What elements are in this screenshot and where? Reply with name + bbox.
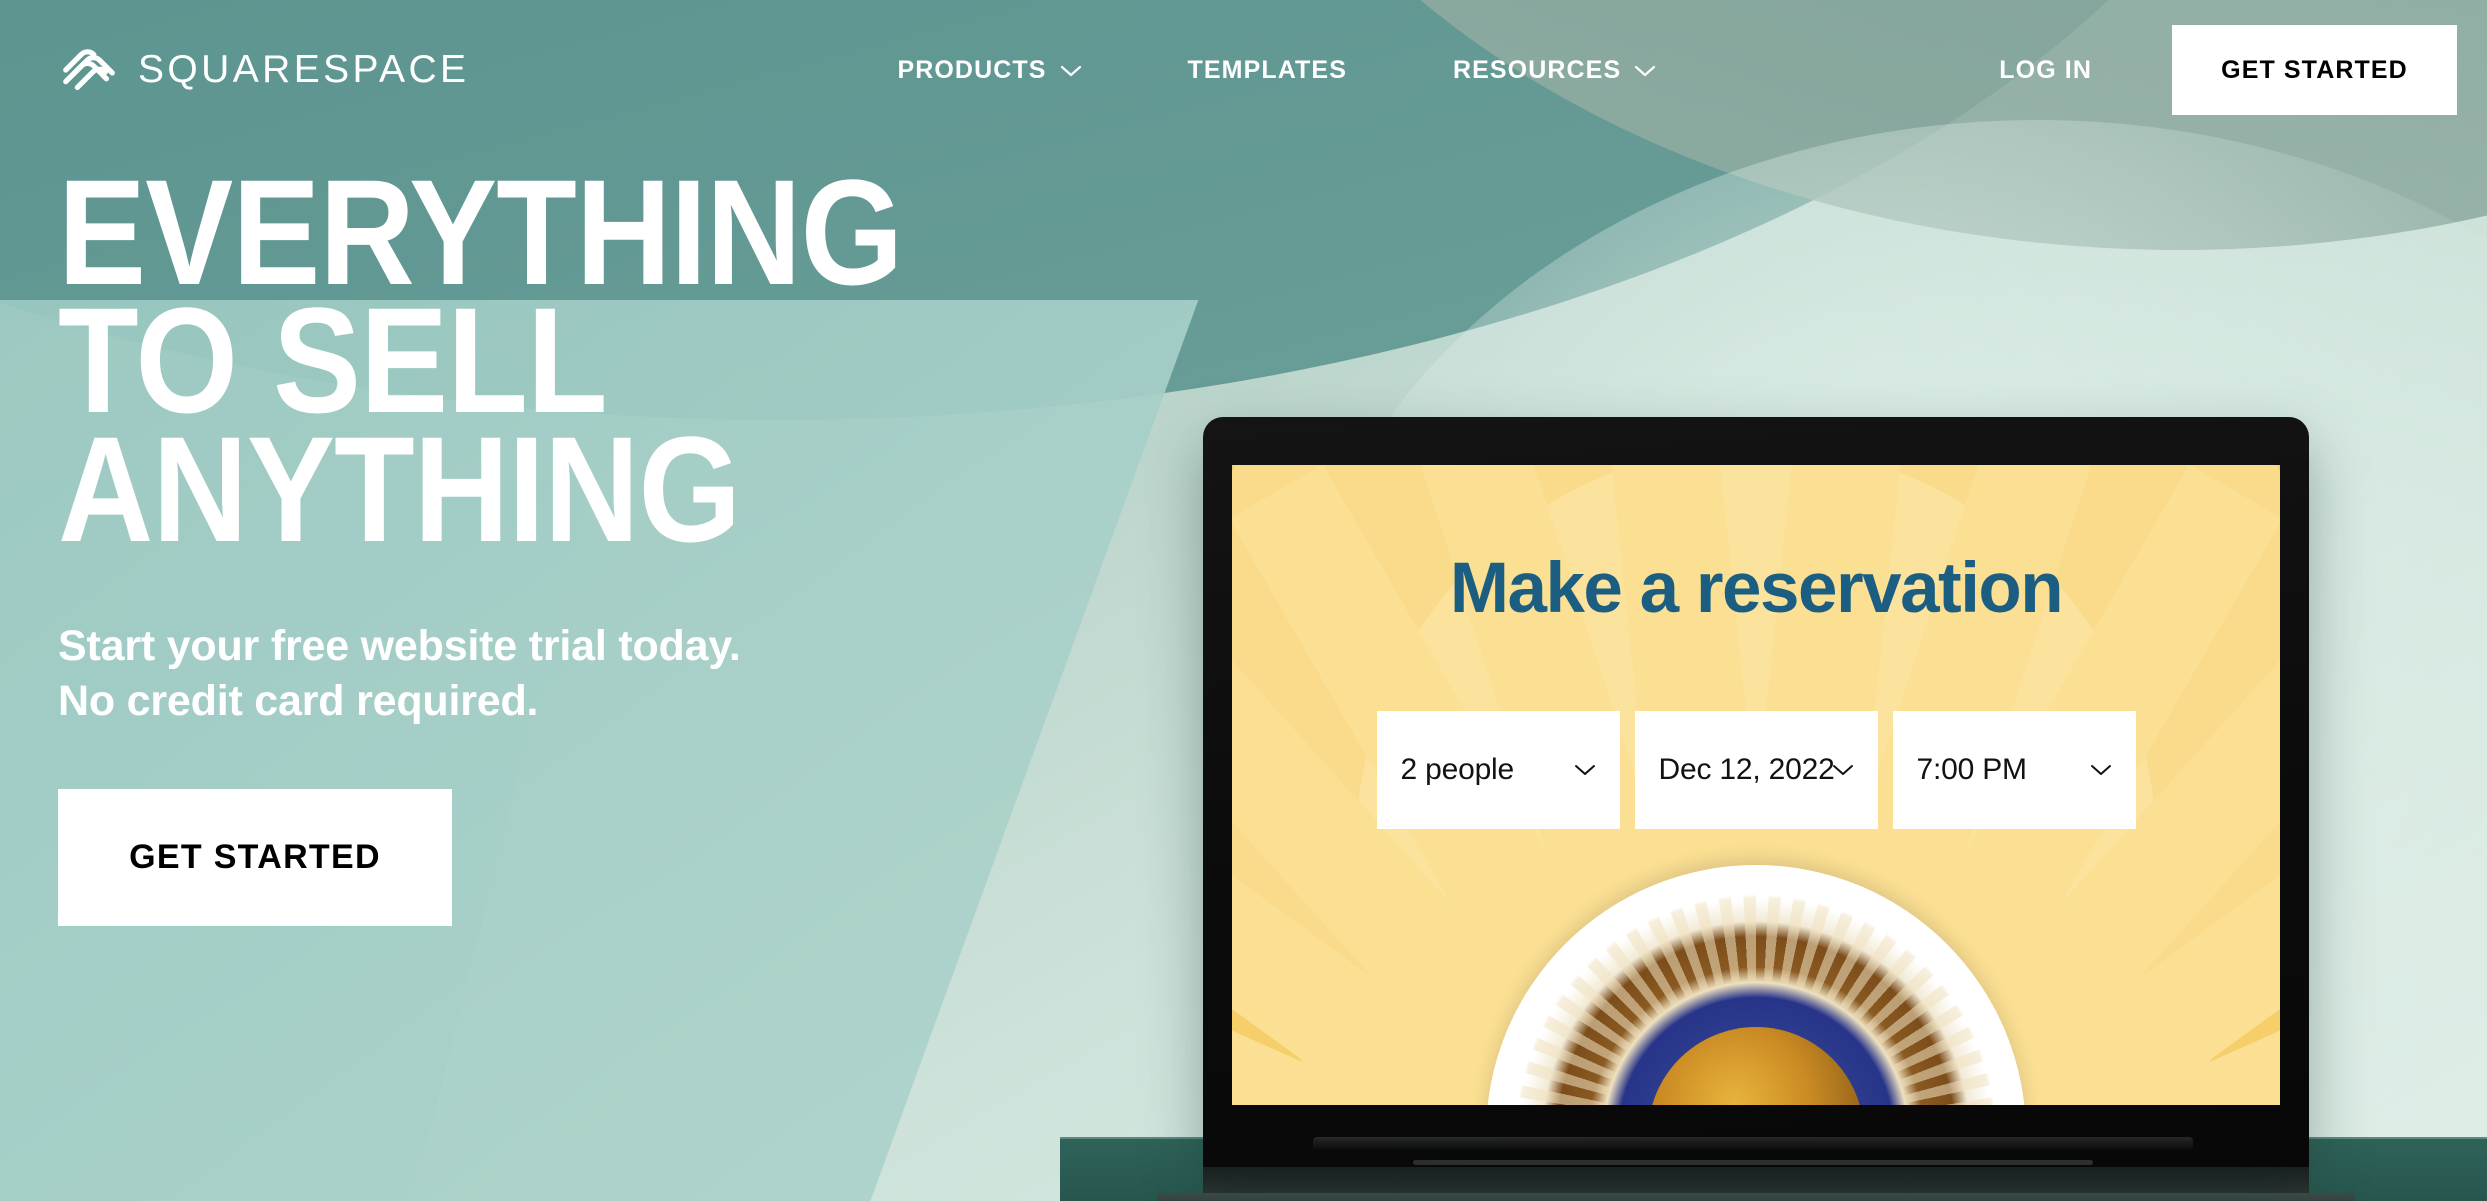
hero-headline: EVERYTHING TO SELL ANYTHING (58, 148, 903, 573)
party-size-value: 2 people (1400, 753, 1515, 787)
squarespace-logo-icon (63, 49, 115, 91)
main-navigation: PRODUCTS TEMPLATES RESOURCES (844, 56, 1709, 85)
site-header: SQUARESPACE PRODUCTS TEMPLATES RESOURCES… (0, 0, 2487, 140)
nav-item-products-label: PRODUCTS (897, 55, 1047, 84)
get-started-button-header[interactable]: GET STARTED (2172, 25, 2457, 115)
brand-name: SQUARESPACE (138, 48, 470, 91)
reservation-form: 2 people Dec 12, 2022 7:00 PM (1376, 711, 2136, 830)
date-value: Dec 12, 2022 (1658, 753, 1835, 787)
chevron-down-icon (1635, 65, 1656, 76)
chevron-down-icon (1060, 65, 1081, 76)
laptop-screen: Make a reservation 2 people Dec 12, 2022 (1232, 465, 2280, 1105)
laptop-base (1157, 1193, 2355, 1201)
nav-item-resources[interactable]: RESOURCES (1400, 56, 1709, 85)
chevron-down-icon (1574, 765, 1595, 776)
date-select[interactable]: Dec 12, 2022 (1634, 711, 1878, 830)
nav-item-products[interactable]: PRODUCTS (844, 56, 1134, 85)
reservation-title: Make a reservation (1449, 549, 2064, 628)
lid-reflection (1313, 1137, 2193, 1151)
page-root: SQUARESPACE PRODUCTS TEMPLATES RESOURCES… (0, 0, 2487, 1201)
time-select[interactable]: 7:00 PM (1892, 711, 2136, 830)
laptop-mockup: Make a reservation 2 people Dec 12, 2022 (1157, 417, 2355, 1201)
header-actions: LOG IN GET STARTED (1999, 25, 2487, 115)
get-started-button-hero[interactable]: GET STARTED (58, 788, 452, 926)
lid-reflection-2 (1413, 1160, 2093, 1165)
hero-subheadline: Start your free website trial today. No … (58, 621, 741, 725)
login-link[interactable]: LOG IN (1999, 56, 2092, 85)
nav-item-templates[interactable]: TEMPLATES (1135, 56, 1400, 85)
laptop-lid: Make a reservation 2 people Dec 12, 2022 (1203, 417, 2309, 1167)
hero-section: EVERYTHING TO SELL ANYTHING Start your f… (58, 148, 1018, 926)
time-value: 7:00 PM (1916, 753, 2028, 787)
nav-item-resources-label: RESOURCES (1452, 55, 1622, 84)
chevron-down-icon (1832, 765, 1853, 776)
laptop-hinge (1203, 1167, 2309, 1193)
party-size-select[interactable]: 2 people (1376, 711, 1620, 830)
nav-item-templates-label: TEMPLATES (1187, 55, 1347, 84)
brand-logo[interactable]: SQUARESPACE (58, 39, 469, 101)
chevron-down-icon (2090, 765, 2111, 776)
